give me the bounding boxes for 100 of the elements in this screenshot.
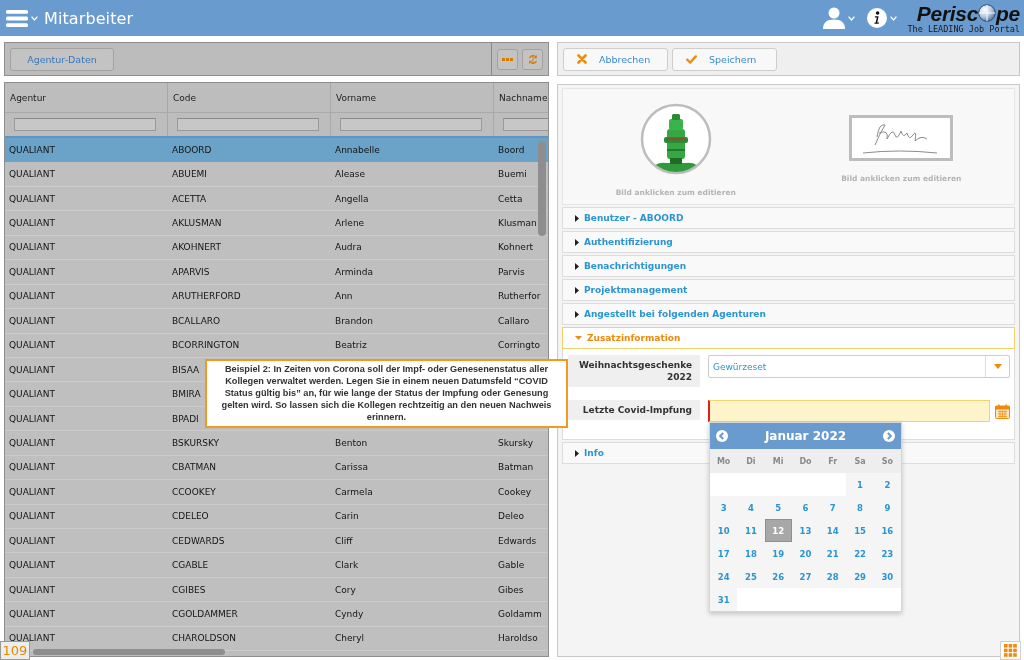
table-cell: Buemi	[498, 169, 527, 180]
section-title: Angestellt bei folgenden Agenturen	[584, 309, 766, 319]
table-cell: BMIRA	[172, 389, 201, 400]
table-cell: QUALIANT	[9, 364, 55, 375]
table-cell: QUALIANT	[9, 389, 55, 400]
table-cell: Callaro	[498, 315, 530, 326]
page-title: Mitarbeiter	[44, 8, 134, 28]
table-cell: Carissa	[335, 462, 368, 473]
table-cell: Goldamm	[498, 609, 542, 620]
table-cell: Benton	[335, 437, 368, 448]
table-cell: CBATMAN	[172, 462, 217, 473]
table-cell: CEDWARDS	[172, 535, 225, 546]
table-cell: QUALIANT	[9, 242, 55, 253]
section-title: Authentifizierung	[584, 237, 673, 247]
table-cell: Beatriz	[335, 340, 367, 351]
table-cell: QUALIANT	[9, 340, 55, 351]
table-cell: Brandon	[335, 315, 374, 326]
table-cell: CCOOKEY	[172, 486, 216, 497]
weekday-label: Do	[798, 455, 813, 468]
table-cell: CGIBES	[172, 584, 206, 595]
section-title: Info	[584, 448, 604, 458]
table-cell: QUALIANT	[9, 193, 55, 204]
table-cell: QUALIANT	[9, 266, 55, 277]
table-cell: QUALIANT	[9, 560, 55, 571]
table-cell: QUALIANT	[9, 218, 55, 229]
table-cell: Cookey	[498, 486, 532, 497]
table-cell: Klusman	[498, 218, 537, 229]
table-cell: AKOHNERT	[172, 242, 221, 253]
table-cell: QUALIANT	[9, 315, 55, 326]
table-cell: Angella	[335, 193, 369, 204]
weekday-label: Di	[745, 455, 757, 468]
table-cell: Haroldso	[498, 633, 538, 644]
table-cell: Alease	[335, 169, 365, 180]
table-cell: QUALIANT	[9, 169, 55, 180]
table-cell: BISAA	[172, 364, 200, 375]
table-cell: Deleo	[498, 511, 524, 522]
table-cell: Parvis	[498, 266, 525, 277]
table-cell: QUALIANT	[9, 291, 55, 302]
table-cell: Corringto	[498, 340, 540, 351]
table-cell: Cliff	[335, 535, 353, 546]
table-cell: BCORRINGTON	[172, 340, 240, 351]
table-cell: QUALIANT	[9, 437, 55, 448]
table-cell: QUALIANT	[9, 633, 55, 644]
table-cell: Boord	[498, 144, 525, 155]
weekday-label: Sa	[853, 455, 867, 468]
field-label: Weihnachtsgeschenke 2022	[568, 355, 700, 387]
table-cell: Cheryl	[335, 633, 365, 644]
table-cell: Ann	[335, 291, 353, 302]
table-cell: Gable	[498, 560, 525, 571]
table-cell: Carmela	[335, 486, 373, 497]
table-cell: Rutherfor	[498, 291, 541, 302]
field-label: Letzte Covid-Impfung	[568, 400, 700, 420]
note-tooltip: Beispiel 2: In Zeiten von Corona soll der Impf- oder Genesenenstatus aller Kollegen verwaltet werden. Legen Sie in einem neuen Datumsfeld “COVID Status gültig bis” an, für wie lange der Status der Impfung oder Genesung gelten wird. So lassen sich die Kollegen rechtzeitig an den neuen Nachweis erinnern.	[205, 359, 568, 428]
table-cell: Skursky	[498, 437, 533, 448]
month-title: Januar 2022	[764, 429, 847, 443]
table-cell: Arlene	[335, 218, 365, 229]
table-cell: Kohnert	[498, 242, 534, 253]
table-cell: ABUEMI	[172, 169, 208, 180]
table-cell: CGABLE	[172, 560, 209, 571]
table-cell: Edwards	[498, 535, 537, 546]
table-cell: Gibes	[498, 584, 524, 595]
table-cell: BSKURSKY	[172, 437, 220, 448]
table-cell: QUALIANT	[9, 535, 55, 546]
table-cell: ABOORD	[172, 144, 212, 155]
table-cell: CDELEO	[172, 511, 209, 522]
table-cell: QUALIANT	[9, 462, 55, 473]
section-title: Benutzer - ABOORD	[584, 213, 684, 223]
table-cell: Arminda	[335, 266, 373, 277]
table-cell: QUALIANT	[9, 413, 55, 424]
table-cell: Audra	[335, 242, 362, 253]
table-cell: Annabelle	[335, 144, 380, 155]
logo-tagline: The LEADING Job Portal	[907, 24, 1020, 34]
section-title: Projektmanagement	[584, 285, 688, 295]
weekday-label: So	[880, 455, 894, 468]
table-cell: ACETTA	[172, 193, 207, 204]
table-cell: BCALLARO	[172, 315, 221, 326]
table-cell: Carin	[335, 511, 359, 522]
weekday-label: Mi	[771, 455, 785, 468]
table-cell: Cory	[335, 584, 356, 595]
table-cell: QUALIANT	[9, 609, 55, 620]
table-cell: QUALIANT	[9, 511, 55, 522]
table-cell: CHAROLDSON	[172, 633, 237, 644]
table-cell: Clark	[335, 560, 359, 571]
table-cell: ARUTHERFORD	[172, 291, 241, 302]
table-cell: APARVIS	[172, 266, 210, 277]
weekday-label: Mo	[715, 455, 732, 468]
table-cell: CGOLDAMMER	[172, 609, 238, 620]
table-cell: Batman	[498, 462, 534, 473]
table-cell: QUALIANT	[9, 144, 55, 155]
table-cell: QUALIANT	[9, 584, 55, 595]
weekday-label: Fr	[827, 455, 839, 468]
table-cell: AKLUSMAN	[172, 218, 222, 229]
logo-text: pe	[996, 2, 1020, 24]
table-cell: BPADI	[172, 413, 199, 424]
record-count: 109	[0, 641, 30, 660]
table-cell: QUALIANT	[9, 486, 55, 497]
table-cell: Cetta	[498, 193, 523, 204]
logo-text: Perisc	[916, 2, 979, 24]
section-title: Benachrichtigungen	[584, 261, 687, 271]
table-cell: Cyndy	[335, 609, 364, 620]
